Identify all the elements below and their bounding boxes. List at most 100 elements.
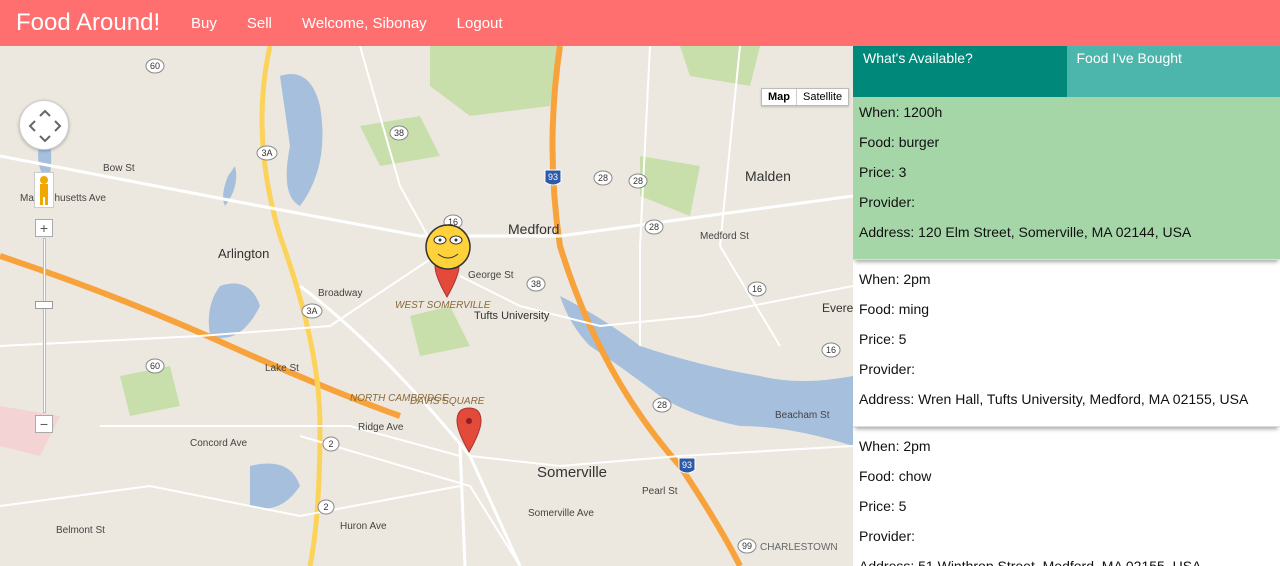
park-area — [410, 306, 470, 356]
svg-text:38: 38 — [394, 128, 404, 138]
route-shield: 28 — [644, 219, 664, 235]
road-line — [0, 484, 461, 518]
pan-control[interactable] — [19, 100, 69, 150]
route-shield: 16 — [747, 281, 767, 297]
zoom-slider-track[interactable] — [43, 238, 46, 413]
svg-text:16: 16 — [826, 345, 836, 355]
pan-arrows-icon — [28, 109, 62, 143]
listings-panel: What's Available? Food I've Bought When:… — [853, 46, 1280, 566]
panel-tabs: What's Available? Food I've Bought — [853, 46, 1280, 97]
svg-text:38: 38 — [531, 279, 541, 289]
map-type-satellite-button[interactable]: Satellite — [797, 89, 848, 105]
app-brand[interactable]: Food Around! — [0, 0, 176, 46]
listing-food: Food: chow — [859, 468, 932, 484]
listing-when: When: 1200h — [859, 104, 943, 120]
nav-sell-link[interactable]: Sell — [232, 15, 287, 32]
road-line — [100, 425, 461, 457]
pond-water — [250, 463, 300, 509]
map-label-huron-ave: Huron Ave — [340, 521, 387, 532]
map-label-belmont-st: Belmont St — [56, 525, 105, 536]
svg-text:93: 93 — [548, 172, 558, 182]
map-canvas: Arlington Medford Malden Somerville WEST… — [0, 46, 853, 566]
map-label-lake-st: Lake St — [265, 363, 299, 374]
map-label-ridge-ave: Ridge Ave — [358, 422, 404, 433]
route-shield: 99 — [737, 538, 757, 554]
map-label-everett: Evere — [822, 301, 853, 315]
listing-when: When: 2pm — [859, 438, 931, 454]
map-label-malden: Malden — [745, 168, 791, 184]
park-area — [430, 46, 560, 116]
map-label-davis-square: DAVIS SQUARE — [410, 396, 485, 407]
tab-food-bought[interactable]: Food I've Bought — [1066, 46, 1280, 97]
nav-welcome-link[interactable]: Welcome, Sibonay — [287, 15, 442, 32]
listing-card[interactable]: When: 1200h Food: burger Price: 3 Provid… — [853, 97, 1280, 260]
map-label-somerville: Somerville — [537, 464, 607, 481]
listing-provider: Provider: — [859, 528, 916, 544]
user-location-marker[interactable] — [425, 224, 471, 270]
svg-text:2: 2 — [328, 439, 333, 449]
map-label-massachusetts-ave: Massachusetts Ave — [20, 193, 106, 204]
park-area — [640, 156, 700, 216]
map-label-arlington: Arlington — [218, 246, 269, 261]
map-label-pearl-st: Pearl St — [642, 486, 678, 497]
interstate-shield: 93 — [678, 457, 696, 474]
listing-address: Address: Wren Hall, Tufts University, Me… — [859, 391, 1249, 407]
listing-food: Food: ming — [859, 301, 930, 317]
park-area — [360, 116, 440, 166]
route-shield: 28 — [593, 170, 613, 186]
listing-card[interactable]: When: 2pm Food: ming Price: 5 Provider: … — [853, 264, 1280, 427]
nav-logout-link[interactable]: Logout — [442, 15, 518, 32]
zoom-out-button[interactable]: − — [35, 415, 53, 433]
listing-when: When: 2pm — [859, 271, 931, 287]
pond-water — [208, 283, 260, 338]
map-view[interactable]: Arlington Medford Malden Somerville WEST… — [0, 46, 853, 566]
tab-whats-available[interactable]: What's Available? — [853, 46, 1067, 97]
svg-text:28: 28 — [633, 176, 643, 186]
listing-card[interactable]: When: 2pm Food: chow Price: 5 Provider: … — [853, 431, 1280, 566]
street-view-pegman[interactable] — [34, 172, 54, 208]
top-nav-bar: Food Around! Buy Sell Welcome, Sibonay L… — [0, 0, 1280, 46]
route-shield: 60 — [145, 58, 165, 74]
svg-text:28: 28 — [649, 222, 659, 232]
map-label-tufts: Tufts University — [474, 310, 550, 322]
lake-water — [280, 74, 323, 206]
route-shield: 28 — [628, 173, 648, 189]
road-line — [469, 445, 853, 468]
svg-text:2: 2 — [323, 502, 328, 512]
mystic-river — [560, 296, 853, 446]
listing-price: Price: 3 — [859, 164, 907, 180]
listing-address: Address: 51 Winthrop Street, Medford, MA… — [859, 558, 1202, 566]
park-area — [120, 366, 180, 416]
svg-text:16: 16 — [752, 284, 762, 294]
svg-text:28: 28 — [598, 173, 608, 183]
park-area — [680, 46, 760, 86]
zoom-slider-handle[interactable] — [35, 301, 53, 309]
svg-text:28: 28 — [657, 400, 667, 410]
map-label-medford-st: Medford St — [700, 231, 749, 242]
route-shield: 3A — [301, 303, 323, 319]
svg-text:60: 60 — [150, 61, 160, 71]
listing-price: Price: 5 — [859, 498, 907, 514]
road-line — [299, 435, 521, 566]
map-label-beacham-st: Beacham St — [775, 410, 830, 421]
map-label-somerville-ave: Somerville Ave — [528, 508, 594, 519]
pegman-icon — [40, 176, 48, 205]
route-shield: 38 — [389, 125, 409, 141]
map-label-charlestown: CHARLESTOWN — [760, 542, 838, 553]
route-shield: 2 — [322, 436, 340, 452]
zoom-in-button[interactable]: + — [35, 219, 53, 237]
road-line — [458, 445, 467, 566]
main-nav: Buy Sell Welcome, Sibonay Logout — [176, 15, 518, 32]
route-shield: 2 — [317, 499, 335, 515]
route-shield: 16 — [821, 342, 841, 358]
map-label-broadway: Broadway — [318, 288, 362, 299]
map-type-map-button[interactable]: Map — [762, 89, 797, 105]
map-label-concord-ave: Concord Ave — [190, 438, 248, 449]
listing-food: Food: burger — [859, 134, 940, 150]
svg-text:3A: 3A — [306, 306, 317, 316]
nav-buy-link[interactable]: Buy — [176, 15, 232, 32]
map-label-bow-st: Bow St — [103, 163, 135, 174]
svg-text:60: 60 — [150, 361, 160, 371]
listing-provider: Provider: — [859, 361, 916, 377]
map-type-control: Map Satellite — [761, 88, 850, 106]
